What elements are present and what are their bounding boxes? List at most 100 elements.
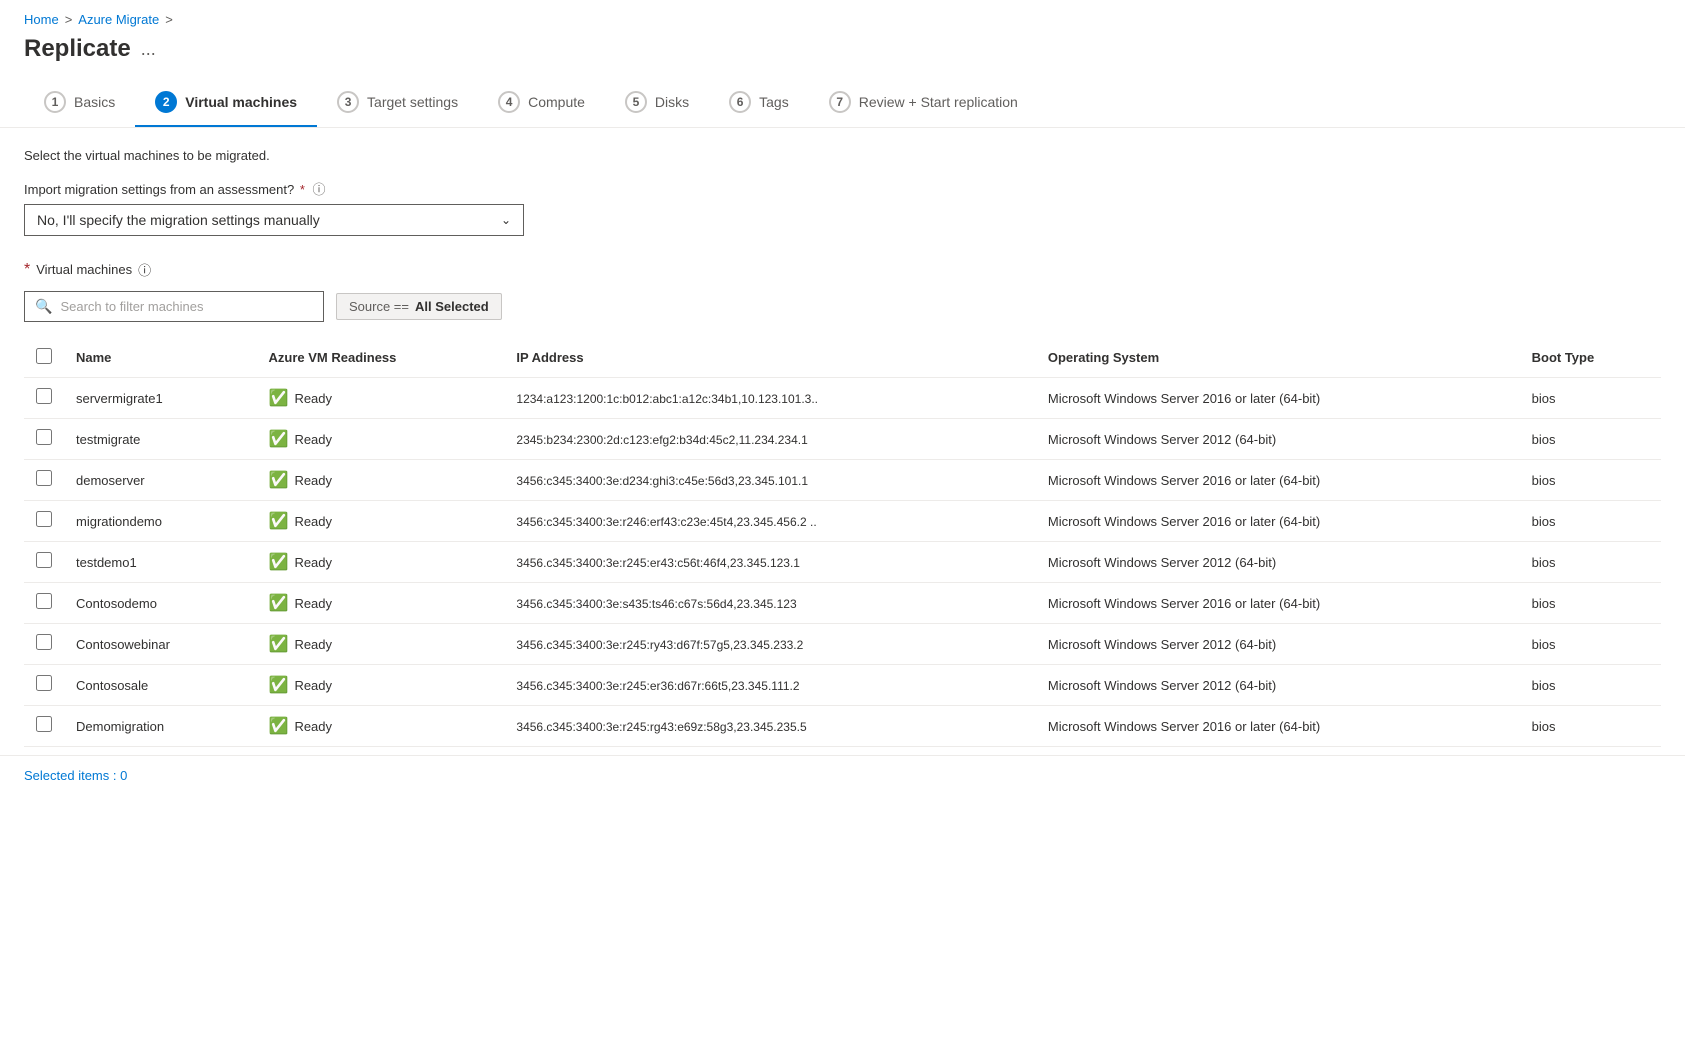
row-checkbox-3[interactable] bbox=[36, 511, 52, 527]
wizard-tabs: 1 Basics 2 Virtual machines 3 Target set… bbox=[0, 79, 1685, 128]
row-checkbox-cell[interactable] bbox=[24, 501, 64, 537]
tab-target-label: Target settings bbox=[367, 94, 458, 110]
tab-compute[interactable]: 4 Compute bbox=[478, 79, 605, 127]
tab-review-label: Review + Start replication bbox=[859, 94, 1018, 110]
row-boot: bios bbox=[1520, 542, 1661, 583]
col-boot: Boot Type bbox=[1520, 338, 1661, 378]
row-checkbox-cell[interactable] bbox=[24, 665, 64, 701]
row-checkbox-cell[interactable] bbox=[24, 378, 64, 414]
table-row: Contososale ✅ Ready 3456.c345:3400:3e:r2… bbox=[24, 665, 1661, 706]
breadcrumb-sep2: > bbox=[165, 12, 173, 27]
required-mark: * bbox=[300, 182, 305, 197]
select-all-checkbox[interactable] bbox=[36, 348, 52, 364]
row-boot: bios bbox=[1520, 460, 1661, 501]
row-ip: 3456:c345:3400:3e:r246:erf43:c23e:45t4,2… bbox=[504, 501, 1035, 542]
tab-target-settings[interactable]: 3 Target settings bbox=[317, 79, 478, 127]
row-name: testmigrate bbox=[64, 419, 257, 460]
row-ip: 3456.c345:3400:3e:s435:ts46:c67s:56d4,23… bbox=[504, 583, 1035, 624]
dropdown-value: No, I'll specify the migration settings … bbox=[37, 212, 320, 228]
search-input[interactable] bbox=[60, 299, 313, 314]
row-os: Microsoft Windows Server 2016 or later (… bbox=[1036, 501, 1520, 542]
required-dot: * bbox=[24, 261, 30, 279]
row-os: Microsoft Windows Server 2016 or later (… bbox=[1036, 583, 1520, 624]
ready-icon: ✅ bbox=[269, 552, 289, 572]
row-checkbox-5[interactable] bbox=[36, 593, 52, 609]
row-checkbox-cell[interactable] bbox=[24, 624, 64, 660]
ready-icon: ✅ bbox=[269, 716, 289, 736]
ready-icon: ✅ bbox=[269, 429, 289, 449]
breadcrumb-home[interactable]: Home bbox=[24, 12, 59, 27]
col-ip: IP Address bbox=[504, 338, 1035, 378]
page-title: Replicate bbox=[24, 35, 131, 63]
tab-disks-label: Disks bbox=[655, 94, 689, 110]
col-os: Operating System bbox=[1036, 338, 1520, 378]
col-name: Name bbox=[64, 338, 257, 378]
tab-basics[interactable]: 1 Basics bbox=[24, 79, 135, 127]
source-filter-badge[interactable]: Source == All Selected bbox=[336, 293, 502, 320]
row-checkbox-cell[interactable] bbox=[24, 583, 64, 619]
tab-virtual-machines[interactable]: 2 Virtual machines bbox=[135, 79, 317, 127]
ready-text: Ready bbox=[294, 637, 332, 652]
row-boot: bios bbox=[1520, 419, 1661, 460]
row-checkbox-1[interactable] bbox=[36, 429, 52, 445]
row-name: Contosowebinar bbox=[64, 624, 257, 665]
select-all-header[interactable] bbox=[24, 338, 64, 378]
info-icon[interactable]: ⓘ bbox=[313, 182, 326, 197]
bottom-bar: Selected items : 0 bbox=[0, 755, 1685, 795]
row-checkbox-4[interactable] bbox=[36, 552, 52, 568]
breadcrumb-azure-migrate[interactable]: Azure Migrate bbox=[78, 12, 159, 27]
row-readiness: ✅ Ready bbox=[257, 542, 505, 583]
row-ip: 3456.c345:3400:3e:r245:rg43:e69z:58g3,23… bbox=[504, 706, 1035, 747]
tab-tags[interactable]: 6 Tags bbox=[709, 79, 809, 127]
search-box[interactable]: 🔍 bbox=[24, 291, 324, 322]
row-boot: bios bbox=[1520, 501, 1661, 542]
row-checkbox-cell[interactable] bbox=[24, 542, 64, 578]
ready-text: Ready bbox=[294, 555, 332, 570]
row-ip: 2345:b234:2300:2d:c123:efg2:b34d:45c2,11… bbox=[504, 419, 1035, 460]
vm-table-container: Name Azure VM Readiness IP Address Opera… bbox=[24, 338, 1661, 747]
breadcrumb: Home > Azure Migrate > bbox=[0, 0, 1685, 31]
row-readiness: ✅ Ready bbox=[257, 419, 505, 460]
row-checkbox-2[interactable] bbox=[36, 470, 52, 486]
table-row: testmigrate ✅ Ready 2345:b234:2300:2d:c1… bbox=[24, 419, 1661, 460]
ready-icon: ✅ bbox=[269, 388, 289, 408]
row-checkbox-6[interactable] bbox=[36, 634, 52, 650]
row-checkbox-8[interactable] bbox=[36, 716, 52, 732]
filter-row: 🔍 Source == All Selected bbox=[24, 291, 1661, 322]
vm-section: * Virtual machines ⓘ 🔍 Source == All Sel… bbox=[24, 260, 1661, 747]
page-title-area: Replicate ... bbox=[0, 31, 1685, 79]
tab-review[interactable]: 7 Review + Start replication bbox=[809, 79, 1038, 127]
row-checkbox-cell[interactable] bbox=[24, 419, 64, 455]
section-description: Select the virtual machines to be migrat… bbox=[24, 148, 1661, 163]
import-label: Import migration settings from an assess… bbox=[24, 179, 1661, 198]
row-checkbox-0[interactable] bbox=[36, 388, 52, 404]
row-boot: bios bbox=[1520, 665, 1661, 706]
tab-vm-circle: 2 bbox=[155, 91, 177, 113]
row-checkbox-cell[interactable] bbox=[24, 706, 64, 742]
row-checkbox-7[interactable] bbox=[36, 675, 52, 691]
row-name: migrationdemo bbox=[64, 501, 257, 542]
breadcrumb-sep1: > bbox=[65, 12, 73, 27]
tab-basics-circle: 1 bbox=[44, 91, 66, 113]
table-row: Contosodemo ✅ Ready 3456.c345:3400:3e:s4… bbox=[24, 583, 1661, 624]
row-name: servermigrate1 bbox=[64, 378, 257, 419]
row-os: Microsoft Windows Server 2012 (64-bit) bbox=[1036, 624, 1520, 665]
ready-text: Ready bbox=[294, 473, 332, 488]
import-dropdown[interactable]: No, I'll specify the migration settings … bbox=[24, 204, 524, 236]
row-readiness: ✅ Ready bbox=[257, 665, 505, 706]
selected-items-label[interactable]: Selected items : 0 bbox=[24, 768, 127, 783]
table-row: testdemo1 ✅ Ready 3456.c345:3400:3e:r245… bbox=[24, 542, 1661, 583]
row-boot: bios bbox=[1520, 706, 1661, 747]
row-readiness: ✅ Ready bbox=[257, 378, 505, 419]
ready-icon: ✅ bbox=[269, 675, 289, 695]
tab-disks[interactable]: 5 Disks bbox=[605, 79, 709, 127]
table-body: servermigrate1 ✅ Ready 1234:a123:1200:1c… bbox=[24, 378, 1661, 747]
row-ip: 3456.c345:3400:3e:r245:ry43:d67f:57g5,23… bbox=[504, 624, 1035, 665]
vm-info-icon[interactable]: ⓘ bbox=[138, 260, 151, 279]
row-os: Microsoft Windows Server 2012 (64-bit) bbox=[1036, 665, 1520, 706]
table-header: Name Azure VM Readiness IP Address Opera… bbox=[24, 338, 1661, 378]
row-readiness: ✅ Ready bbox=[257, 706, 505, 747]
more-options-button[interactable]: ... bbox=[141, 39, 156, 60]
row-checkbox-cell[interactable] bbox=[24, 460, 64, 496]
row-name: Contosodemo bbox=[64, 583, 257, 624]
